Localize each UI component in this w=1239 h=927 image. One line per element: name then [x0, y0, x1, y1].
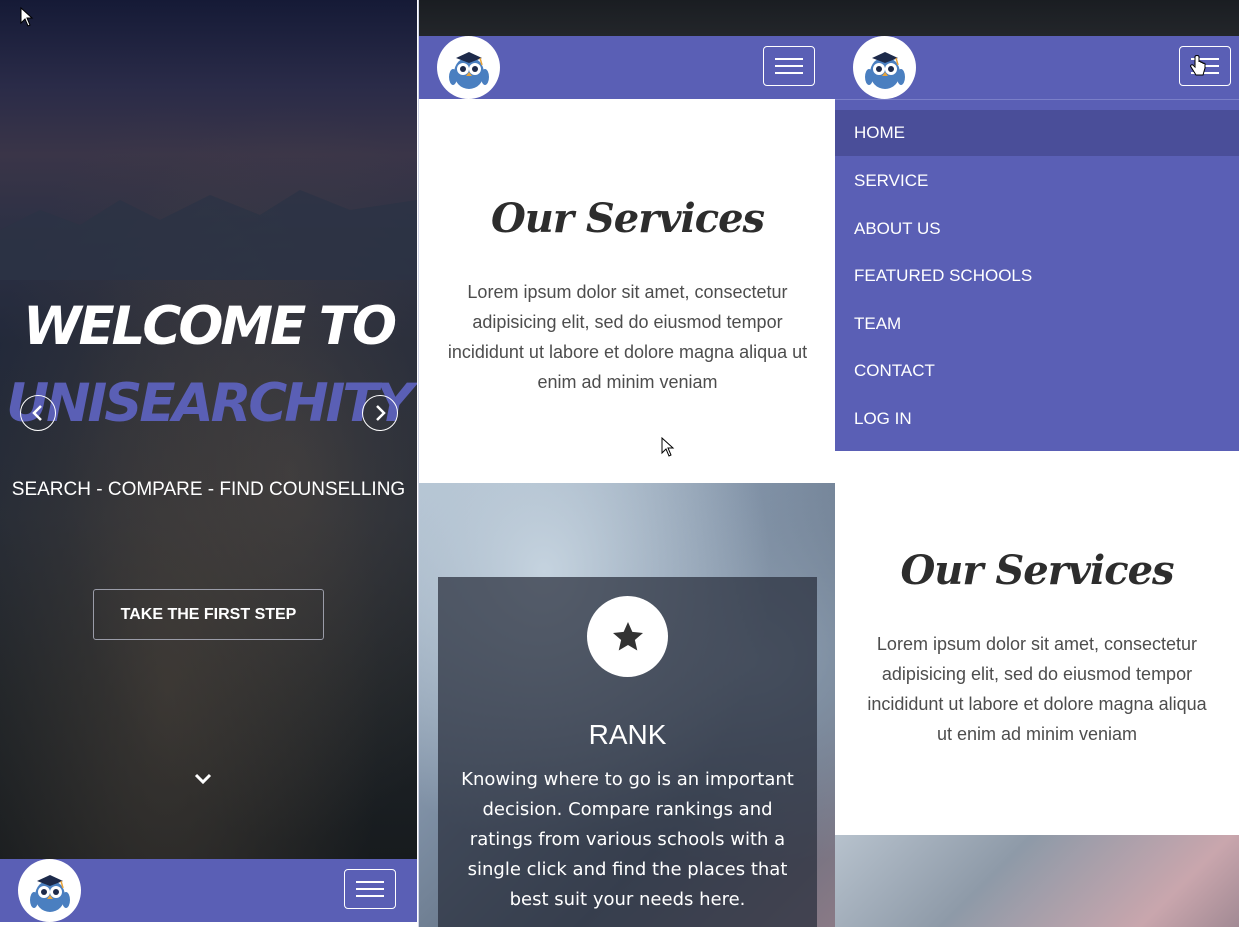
owl-logo-icon[interactable]	[853, 36, 916, 99]
hero-title-line2: UNISEARCHITY	[6, 373, 414, 434]
hero-mountains	[0, 190, 417, 280]
hamburger-icon[interactable]	[344, 869, 396, 909]
hand-cursor-icon	[1190, 55, 1206, 76]
rank-section-background: RANK Knowing where to go is an important…	[419, 483, 836, 927]
hero-title-line1: WELCOME TO	[23, 296, 397, 357]
hero-panel: WELCOME TO UNISEARCHITY SEARCH - COMPARE…	[0, 0, 417, 927]
rank-title: RANK	[588, 719, 667, 750]
menu-item-featured-schools[interactable]: FEATURED SCHOOLS	[835, 253, 1239, 299]
top-strip	[419, 0, 836, 36]
chevron-left-icon	[32, 405, 42, 421]
menu-item-contact[interactable]: CONTACT	[835, 348, 1239, 394]
services-description: Lorem ipsum dolor sit amet, consectetur …	[447, 282, 808, 392]
menu-item-service[interactable]: SERVICE	[835, 158, 1239, 204]
menu-item-about-us[interactable]: ABOUT US	[835, 206, 1239, 252]
navbar	[835, 36, 1239, 99]
take-first-step-button[interactable]: TAKE THE FIRST STEP	[93, 589, 324, 640]
rank-description: Knowing where to go is an important deci…	[461, 769, 794, 910]
rank-section-background	[835, 835, 1239, 927]
owl-logo-icon[interactable]	[18, 859, 81, 922]
services-description: Lorem ipsum dolor sit amet, consectetur …	[867, 634, 1207, 744]
chevron-down-icon[interactable]	[193, 772, 213, 786]
owl-logo-icon[interactable]	[437, 36, 500, 99]
carousel-next-button[interactable]	[362, 395, 398, 431]
star-icon	[587, 596, 668, 677]
hero-subtitle: SEARCH - COMPARE - FIND COUNSELLING	[11, 479, 406, 500]
menu-item-home[interactable]: HOME	[835, 110, 1239, 156]
menu-item-team[interactable]: TEAM	[835, 301, 1239, 347]
chevron-right-icon	[376, 405, 386, 421]
mouse-cursor-icon	[20, 7, 34, 27]
services-title: Our Services	[490, 195, 765, 242]
services-panel: Our Services Lorem ipsum dolor sit amet,…	[418, 0, 836, 927]
hamburger-icon[interactable]	[763, 46, 815, 86]
nav-menu: HOME SERVICE ABOUT US FEATURED SCHOOLS T…	[835, 99, 1239, 452]
navbar	[0, 859, 417, 922]
services-section: Our Services Lorem ipsum dolor sit amet,…	[419, 99, 836, 483]
services-title: Our Services	[900, 547, 1174, 594]
top-strip	[835, 0, 1239, 36]
mouse-cursor-icon	[661, 437, 675, 457]
menu-item-log-in[interactable]: LOG IN	[835, 396, 1239, 442]
navbar	[419, 36, 836, 99]
services-section: Our Services Lorem ipsum dolor sit amet,…	[835, 451, 1239, 835]
carousel-prev-button[interactable]	[20, 395, 56, 431]
rank-card: RANK Knowing where to go is an important…	[438, 577, 817, 927]
menu-panel: HOME SERVICE ABOUT US FEATURED SCHOOLS T…	[835, 0, 1239, 927]
